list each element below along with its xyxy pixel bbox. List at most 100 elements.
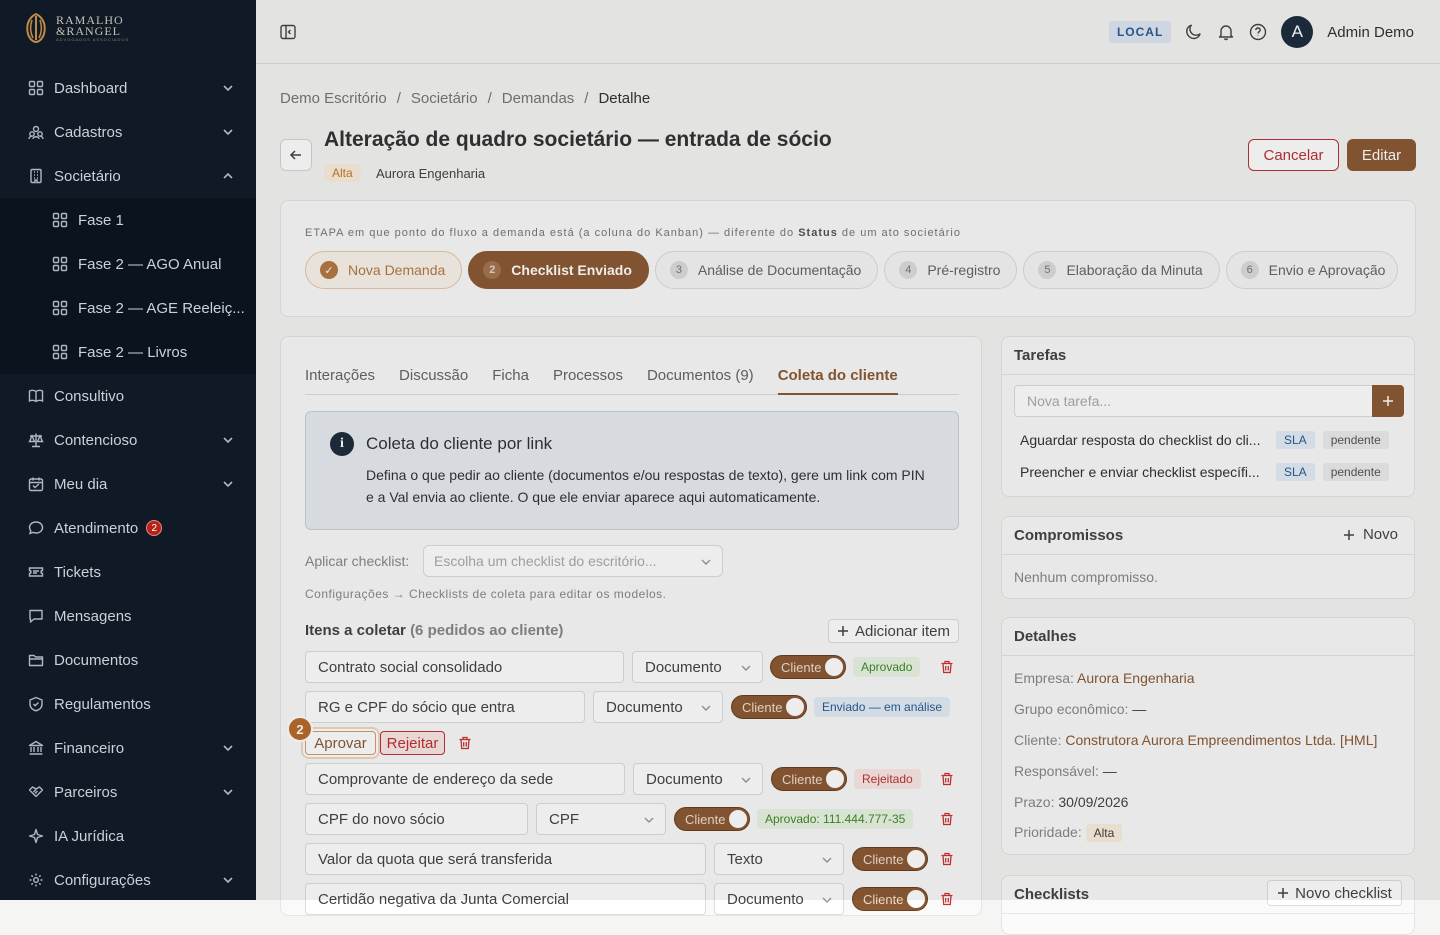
chevron-down-icon	[223, 129, 233, 136]
config-note: Configurações → Checklists de coleta par…	[305, 587, 667, 601]
grid-icon	[28, 80, 44, 96]
breadcrumb-item[interactable]: Demandas	[502, 90, 575, 107]
stage-step-checklist-enviado[interactable]: 2 Checklist Enviado	[468, 251, 649, 289]
trash-icon[interactable]	[458, 736, 472, 750]
page-title: Alteração de quadro societário — entrada…	[324, 128, 832, 151]
sidebar-item-contencioso[interactable]: Contencioso	[0, 418, 256, 462]
brand-line-3: ADVOGADOS ASSOCIADOS	[56, 36, 130, 42]
brand-logo[interactable]: RAMALHO &RANGEL ADVOGADOS ASSOCIADOS	[24, 12, 129, 44]
chevron-down-icon	[223, 877, 233, 884]
sidebar-item-ia-juridica[interactable]: IA Jurídica	[0, 814, 256, 858]
sidebar-item-tickets[interactable]: Tickets	[0, 550, 256, 594]
stage-step-envio[interactable]: 6 Envio e Aprovação	[1225, 251, 1398, 289]
sidebar-item-consultivo[interactable]: Consultivo	[0, 374, 256, 418]
sidebar-item-cadastros[interactable]: Cadastros	[0, 110, 256, 154]
tab-ficha[interactable]: Ficha	[492, 367, 529, 395]
sidebar-item-configuracoes[interactable]: Configurações	[0, 858, 256, 900]
trash-icon[interactable]	[940, 812, 954, 826]
sidebar-item-regulamentos[interactable]: Regulamentos	[0, 682, 256, 726]
tab-discussao[interactable]: Discussão	[399, 367, 468, 395]
sidebar-item-mensagens[interactable]: Mensagens	[0, 594, 256, 638]
notifications-button[interactable]	[1217, 23, 1235, 41]
cancel-button[interactable]: Cancelar	[1248, 139, 1339, 171]
item-type-select[interactable]: Documento	[633, 763, 763, 795]
stage-step-pre-registro[interactable]: 4 Pré-registro	[884, 251, 1018, 289]
detail-responsavel-value: —	[1102, 763, 1117, 779]
detail-grupo: Grupo econômico: —	[1014, 701, 1146, 717]
sidebar-subitem-fase1[interactable]: Fase 1	[0, 198, 256, 242]
sidebar-item-parceiros[interactable]: Parceiros	[0, 770, 256, 814]
avatar[interactable]: A	[1281, 16, 1314, 48]
sidebar-item-meu-dia[interactable]: Meu dia	[0, 462, 256, 506]
trash-icon[interactable]	[940, 892, 954, 906]
item-type-select[interactable]: Texto	[714, 843, 844, 875]
detail-label: Prioridade:	[1014, 824, 1082, 840]
sidebar-item-label: Mensagens	[54, 607, 132, 625]
trash-icon[interactable]	[940, 660, 954, 674]
sidebar-toggle-button[interactable]	[280, 24, 296, 40]
task-item[interactable]: Preencher e enviar checklist específi...…	[1020, 461, 1410, 483]
breadcrumb-item[interactable]: Societário	[411, 90, 478, 107]
tab-interacoes[interactable]: Interações	[305, 367, 375, 395]
back-button[interactable]	[280, 139, 312, 171]
sidebar-item-dashboard[interactable]: Dashboard	[0, 66, 256, 110]
sidebar-subitem-fase2-age[interactable]: Fase 2 — AGE Reeleiç...	[0, 286, 256, 330]
item-type-select[interactable]: Documento	[593, 691, 723, 723]
tab-processos[interactable]: Processos	[553, 367, 623, 395]
sidebar-subitem-fase2-livros[interactable]: Fase 2 — Livros	[0, 330, 256, 374]
sidebar: RAMALHO &RANGEL ADVOGADOS ASSOCIADOS Das…	[0, 0, 256, 900]
apply-checklist-select[interactable]: Escolha um checklist do escritório...	[423, 545, 723, 577]
client-toggle[interactable]: Cliente	[771, 767, 847, 791]
item-name-input[interactable]: CPF do novo sócio	[305, 803, 528, 835]
sla-badge: SLA	[1276, 463, 1315, 481]
item-type-select[interactable]: Documento	[714, 883, 844, 915]
sidebar-item-atendimento[interactable]: Atendimento 2	[0, 506, 256, 550]
client-toggle[interactable]: Cliente	[852, 847, 928, 871]
sidebar-item-label: Atendimento	[54, 519, 139, 537]
new-checklist-button[interactable]: Novo checklist	[1267, 880, 1402, 906]
item-name-input[interactable]: Comprovante de endereço da sede	[305, 763, 625, 795]
detail-cliente-value[interactable]: Construtora Aurora Empreendimentos Ltda.…	[1065, 732, 1377, 748]
sidebar-subitem-fase2-ago[interactable]: Fase 2 — AGO Anual	[0, 242, 256, 286]
sidebar-item-financeiro[interactable]: Financeiro	[0, 726, 256, 770]
help-button[interactable]	[1249, 23, 1267, 41]
trash-icon[interactable]	[940, 852, 954, 866]
info-box: i Coleta do cliente por link Defina o qu…	[305, 411, 959, 530]
stage-step-elaboracao[interactable]: 5 Elaboração da Minuta	[1023, 251, 1220, 289]
new-appointment-button[interactable]: Novo	[1343, 526, 1398, 543]
item-name-input[interactable]: Certidão negativa da Junta Comercial	[305, 883, 706, 915]
task-item[interactable]: Aguardar resposta do checklist do cli...…	[1020, 429, 1410, 451]
tab-documentos[interactable]: Documentos (9)	[647, 367, 754, 395]
sidebar-item-documentos[interactable]: Documentos	[0, 638, 256, 682]
client-toggle[interactable]: Cliente	[674, 807, 750, 831]
add-item-button[interactable]: Adicionar item	[828, 619, 959, 643]
new-task-input[interactable]: Nova tarefa...	[1014, 385, 1373, 417]
gear-icon	[29, 873, 43, 887]
item-type-select[interactable]: Documento	[632, 651, 763, 683]
client-toggle[interactable]: Cliente	[770, 655, 846, 679]
item-name-input[interactable]: Contrato social consolidado	[305, 651, 624, 683]
approve-button[interactable]: Aprovar 2	[287, 716, 376, 755]
reject-button[interactable]: Rejeitar	[380, 731, 445, 755]
item-name-input[interactable]: Valor da quota que será transferida	[305, 843, 706, 875]
client-toggle[interactable]: Cliente	[731, 695, 807, 719]
sidebar-item-societario[interactable]: Societário	[0, 154, 256, 198]
sidebar-item-label: IA Jurídica	[54, 827, 125, 845]
theme-toggle-button[interactable]	[1185, 23, 1203, 41]
toggle-knob	[907, 850, 925, 868]
stage-step-analise[interactable]: 3 Análise de Documentação	[654, 251, 879, 289]
user-name[interactable]: Admin Demo	[1327, 24, 1414, 41]
client-toggle[interactable]: Cliente	[852, 887, 928, 911]
add-task-button[interactable]	[1372, 385, 1404, 417]
item-type-select[interactable]: CPF	[536, 803, 666, 835]
stage-step-nova-demanda[interactable]: ✓ Nova Demanda	[305, 251, 463, 289]
item-name-input[interactable]: RG e CPF do sócio que entra	[305, 691, 585, 723]
tab-coleta-cliente[interactable]: Coleta do cliente	[777, 367, 898, 395]
edit-button[interactable]: Editar	[1347, 139, 1416, 171]
sidebar-subitem-label: Fase 2 — Livros	[78, 343, 188, 361]
trash-icon[interactable]	[940, 772, 954, 786]
breadcrumb-item[interactable]: Demo Escritório	[280, 90, 387, 107]
task-text: Aguardar resposta do checklist do cli...	[1020, 432, 1261, 448]
detail-empresa-value[interactable]: Aurora Engenharia	[1077, 670, 1195, 686]
details-header: Detalhes	[1002, 618, 1414, 656]
